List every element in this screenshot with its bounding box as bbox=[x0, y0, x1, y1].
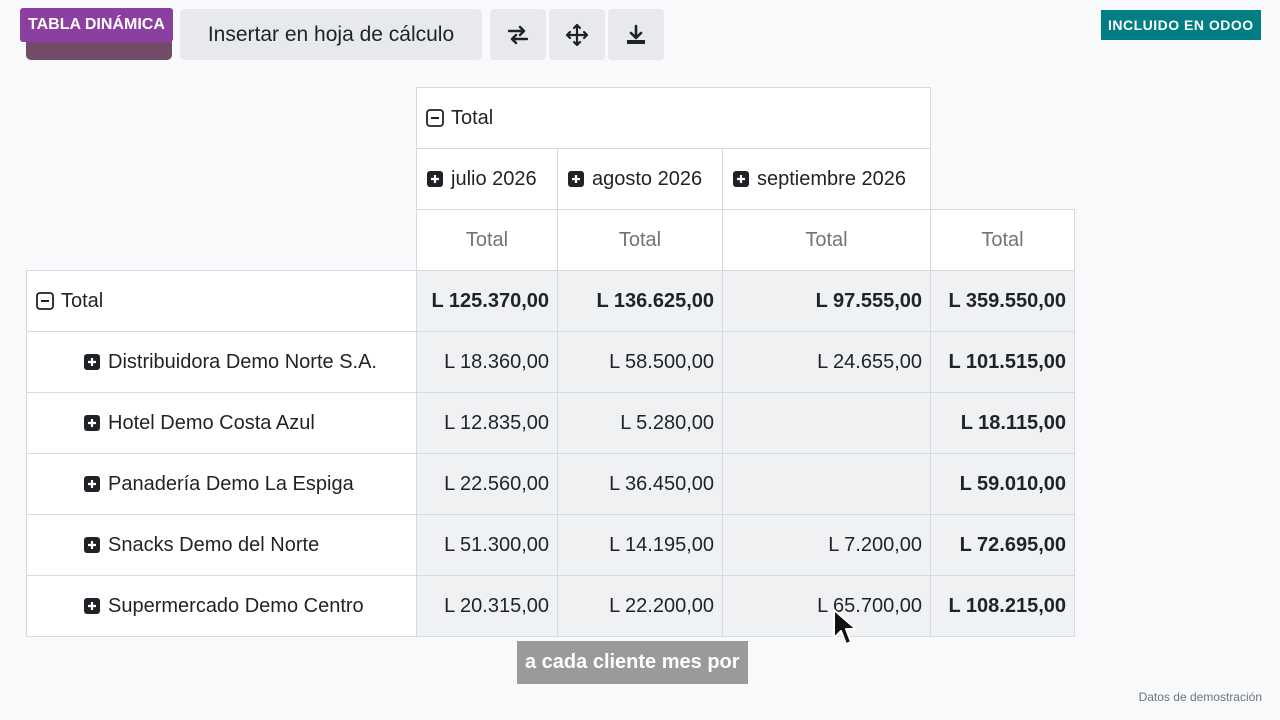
value-cell[interactable]: L 51.300,00 bbox=[416, 514, 558, 576]
month-label: agosto 2026 bbox=[592, 167, 703, 190]
measure-header[interactable]: Total bbox=[557, 209, 723, 271]
month-header-julio[interactable]: julio 2026 bbox=[416, 148, 558, 210]
collapse-icon bbox=[35, 291, 55, 311]
expand-icon bbox=[82, 413, 102, 433]
value-cell[interactable]: L 5.280,00 bbox=[557, 392, 723, 454]
value-cell[interactable]: L 22.200,00 bbox=[557, 575, 723, 637]
total-cell[interactable]: L 125.370,00 bbox=[416, 270, 558, 332]
value-cell[interactable] bbox=[722, 453, 931, 515]
mouse-cursor-icon bbox=[833, 609, 857, 645]
customer-label: Snacks Demo del Norte bbox=[108, 533, 320, 556]
month-label: julio 2026 bbox=[451, 167, 537, 190]
row-total-cell[interactable]: L 72.695,00 bbox=[930, 514, 1075, 576]
download-button[interactable] bbox=[608, 9, 664, 60]
value-cell[interactable]: L 14.195,00 bbox=[557, 514, 723, 576]
expand-icon bbox=[82, 352, 102, 372]
collapse-icon bbox=[425, 108, 445, 128]
month-header-agosto[interactable]: agosto 2026 bbox=[557, 148, 723, 210]
row-total-cell[interactable]: L 108.215,00 bbox=[930, 575, 1075, 637]
grand-total-cell[interactable]: L 359.550,00 bbox=[930, 270, 1075, 332]
value-cell[interactable]: L 7.200,00 bbox=[722, 514, 931, 576]
total-cell[interactable]: L 136.625,00 bbox=[557, 270, 723, 332]
value-cell[interactable]: L 12.835,00 bbox=[416, 392, 558, 454]
value-cell[interactable]: L 36.450,00 bbox=[557, 453, 723, 515]
row-header-customer[interactable]: Snacks Demo del Norte bbox=[26, 514, 417, 576]
included-in-odoo-badge: INCLUIDO EN ODOO bbox=[1101, 10, 1261, 40]
value-cell[interactable]: L 24.655,00 bbox=[722, 331, 931, 393]
row-header-label: Total bbox=[61, 289, 104, 312]
insert-in-spreadsheet-button[interactable]: Insertar en hoja de cálculo bbox=[180, 9, 482, 60]
value-cell[interactable]: L 20.315,00 bbox=[416, 575, 558, 637]
row-header-customer[interactable]: Panadería Demo La Espiga bbox=[26, 453, 417, 515]
value-cell[interactable]: L 22.560,00 bbox=[416, 453, 558, 515]
expand-icon bbox=[82, 535, 102, 555]
row-total-cell[interactable]: L 18.115,00 bbox=[930, 392, 1075, 454]
measure-header[interactable]: Total bbox=[416, 209, 558, 271]
download-icon bbox=[627, 24, 645, 44]
month-label: septiembre 2026 bbox=[757, 167, 906, 190]
measure-header[interactable]: Total bbox=[722, 209, 931, 271]
col-group-header-label: Total bbox=[451, 106, 494, 129]
expand-all-icon bbox=[565, 23, 589, 46]
customer-label: Distribuidora Demo Norte S.A. bbox=[108, 350, 377, 373]
demo-data-note: Datos de demostración bbox=[1138, 690, 1262, 704]
expand-icon bbox=[425, 169, 445, 189]
customer-label: Panadería Demo La Espiga bbox=[108, 472, 354, 495]
row-header-customer[interactable]: Distribuidora Demo Norte S.A. bbox=[26, 331, 417, 393]
expand-icon bbox=[566, 169, 586, 189]
row-header-customer[interactable]: Supermercado Demo Centro bbox=[26, 575, 417, 637]
value-cell[interactable]: L 18.360,00 bbox=[416, 331, 558, 393]
expand-icon bbox=[731, 169, 751, 189]
expand-icon bbox=[82, 474, 102, 494]
row-total-cell[interactable]: L 59.010,00 bbox=[930, 453, 1075, 515]
row-header-total[interactable]: Total bbox=[26, 270, 417, 332]
video-subtitle: a cada cliente mes por bbox=[517, 641, 748, 684]
flip-axis-button[interactable] bbox=[490, 9, 546, 60]
expand-all-button[interactable] bbox=[549, 9, 605, 60]
pivot-title-tag: TABLA DINÁMICA bbox=[20, 8, 173, 42]
expand-icon bbox=[82, 596, 102, 616]
row-total-cell[interactable]: L 101.515,00 bbox=[930, 331, 1075, 393]
col-group-header-total[interactable]: Total bbox=[416, 87, 931, 149]
value-cell[interactable]: L 58.500,00 bbox=[557, 331, 723, 393]
customer-label: Hotel Demo Costa Azul bbox=[108, 411, 315, 434]
month-header-septiembre[interactable]: septiembre 2026 bbox=[722, 148, 931, 210]
flip-axis-icon bbox=[507, 25, 529, 44]
row-header-customer[interactable]: Hotel Demo Costa Azul bbox=[26, 392, 417, 454]
total-cell[interactable]: L 97.555,00 bbox=[722, 270, 931, 332]
value-cell[interactable]: L 65.700,00 bbox=[722, 575, 931, 637]
measure-header[interactable]: Total bbox=[930, 209, 1075, 271]
value-cell[interactable] bbox=[722, 392, 931, 454]
customer-label: Supermercado Demo Centro bbox=[108, 594, 364, 617]
